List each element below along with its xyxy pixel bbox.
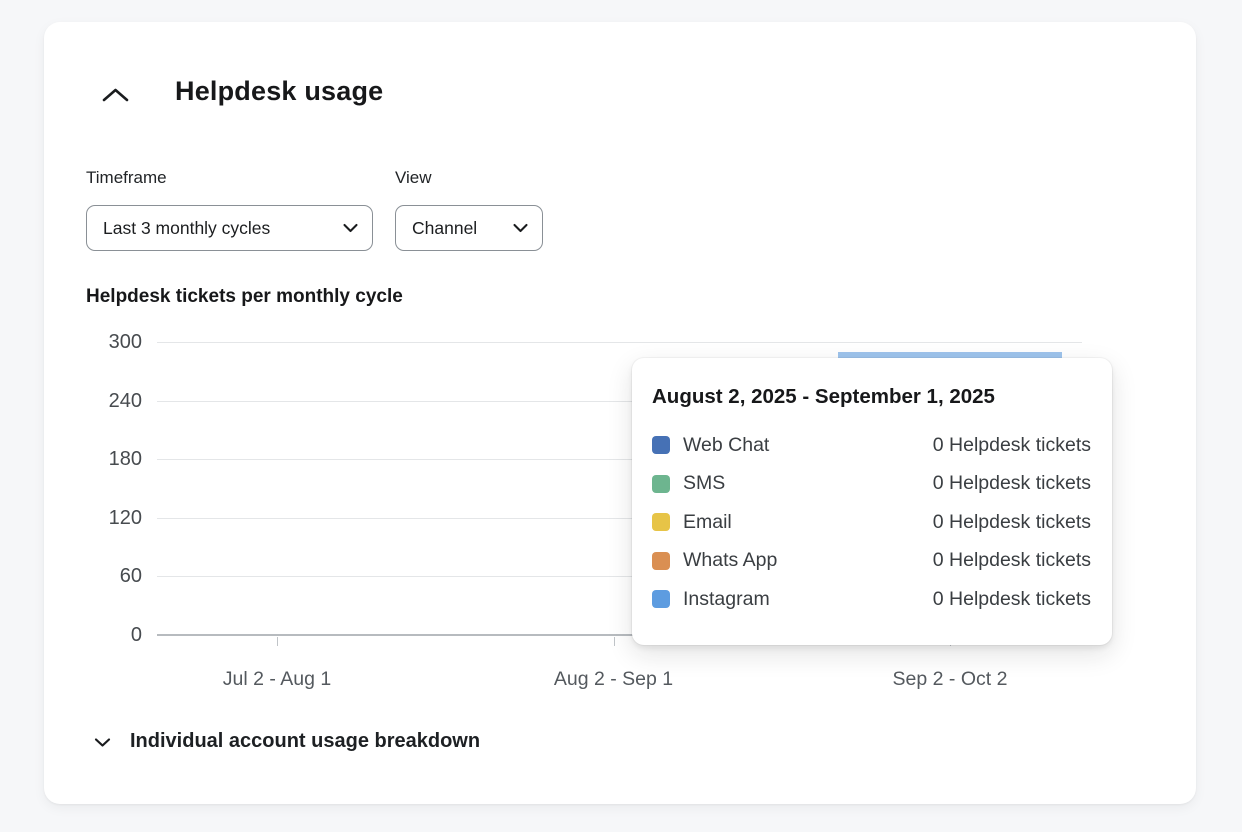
chevron-down-icon — [94, 737, 111, 748]
helpdesk-usage-card: Helpdesk usage Timeframe View Last 3 mon… — [44, 22, 1196, 804]
x-axis-tick-label: Aug 2 - Sep 1 — [484, 668, 744, 691]
series-label: Email — [683, 511, 933, 534]
series-value: 0 Helpdesk tickets — [933, 472, 1091, 495]
tooltip-row: Whats App0 Helpdesk tickets — [652, 542, 1091, 581]
chart-tooltip: August 2, 2025 - September 1, 2025 Web C… — [632, 358, 1112, 645]
series-color-swatch — [652, 436, 670, 454]
y-axis-tick-label: 300 — [44, 332, 142, 352]
tooltip-row: SMS0 Helpdesk tickets — [652, 465, 1091, 504]
series-label: Instagram — [683, 588, 933, 611]
series-label: SMS — [683, 472, 933, 495]
series-color-swatch — [652, 552, 670, 570]
series-label: Web Chat — [683, 434, 933, 457]
y-axis-tick-label: 240 — [44, 391, 142, 411]
breakdown-section-title: Individual account usage breakdown — [130, 730, 480, 753]
x-axis-tick-label: Sep 2 - Oct 2 — [820, 668, 1080, 691]
series-value: 0 Helpdesk tickets — [933, 434, 1091, 457]
x-axis-tick-label: Jul 2 - Aug 1 — [147, 668, 407, 691]
series-color-swatch — [652, 590, 670, 608]
y-axis-tick-label: 0 — [44, 625, 142, 645]
y-axis-tick-label: 120 — [44, 508, 142, 528]
y-axis-tick-label: 60 — [44, 566, 142, 586]
page-background: Helpdesk usage Timeframe View Last 3 mon… — [0, 0, 1242, 832]
series-color-swatch — [652, 513, 670, 531]
tooltip-date-range: August 2, 2025 - September 1, 2025 — [652, 385, 1091, 409]
tooltip-row: Email0 Helpdesk tickets — [652, 503, 1091, 542]
series-value: 0 Helpdesk tickets — [933, 549, 1091, 572]
series-value: 0 Helpdesk tickets — [933, 588, 1091, 611]
tooltip-row: Instagram0 Helpdesk tickets — [652, 580, 1091, 619]
gridline — [157, 342, 1082, 343]
tooltip-rows: Web Chat0 Helpdesk ticketsSMS0 Helpdesk … — [652, 426, 1091, 619]
series-label: Whats App — [683, 549, 933, 572]
series-value: 0 Helpdesk tickets — [933, 511, 1091, 534]
x-axis-tick — [277, 637, 278, 646]
y-axis-tick-label: 180 — [44, 449, 142, 469]
tooltip-row: Web Chat0 Helpdesk tickets — [652, 426, 1091, 465]
expand-breakdown-button[interactable] — [86, 726, 118, 758]
x-axis-tick — [614, 637, 615, 646]
series-color-swatch — [652, 475, 670, 493]
